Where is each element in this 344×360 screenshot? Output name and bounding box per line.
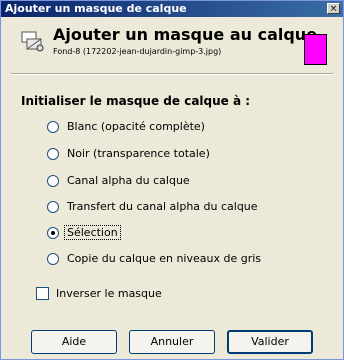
radio-alpha-channel[interactable] [47,175,59,187]
window-title: Ajouter un masque de calque [5,2,187,15]
option-label: Noir (transparence totale) [67,147,210,160]
option-selection[interactable]: Sélection [47,225,277,243]
invert-mask-checkbox[interactable] [36,287,49,300]
option-label: Sélection [64,225,121,240]
layer-name: Fond-8 (172202-jean-dujardin-gimp-3.jpg) [53,47,222,56]
option-label: Transfert du canal alpha du calque [67,200,258,213]
section-heading: Initialiser le masque de calque à : [21,94,251,108]
layer-preview-swatch [304,34,327,65]
title-bar[interactable]: Ajouter un masque de calque × [1,1,343,17]
radio-transfer-alpha[interactable] [47,201,59,213]
option-label: Copie du calque en niveaux de gris [67,252,262,265]
option-label: Canal alpha du calque [67,174,190,187]
radio-selection[interactable] [47,227,59,239]
close-button[interactable]: × [327,3,340,14]
option-grayscale-copy[interactable]: Copie du calque en niveaux de gris [47,251,277,269]
ok-button[interactable]: Valider [227,330,313,354]
option-black[interactable]: Noir (transparence totale) [47,146,277,164]
option-label: Blanc (opacité complète) [67,120,205,133]
invert-mask-label[interactable]: Inverser le masque [56,287,162,300]
help-button[interactable]: Aide [31,330,117,354]
layer-mask-icon [21,31,44,52]
separator [11,73,333,75]
option-white[interactable]: Blanc (opacité complète) [47,119,277,137]
radio-black[interactable] [47,148,59,160]
option-transfer-alpha[interactable]: Transfert du canal alpha du calque [47,199,277,217]
radio-grayscale-copy[interactable] [47,253,59,265]
option-alpha-channel[interactable]: Canal alpha du calque [47,173,277,191]
radio-white[interactable] [47,121,59,133]
add-layer-mask-dialog: Ajouter un masque de calque × Ajouter un… [0,0,344,360]
cancel-button[interactable]: Annuler [129,330,215,354]
dialog-heading: Ajouter un masque au calque [53,25,318,44]
